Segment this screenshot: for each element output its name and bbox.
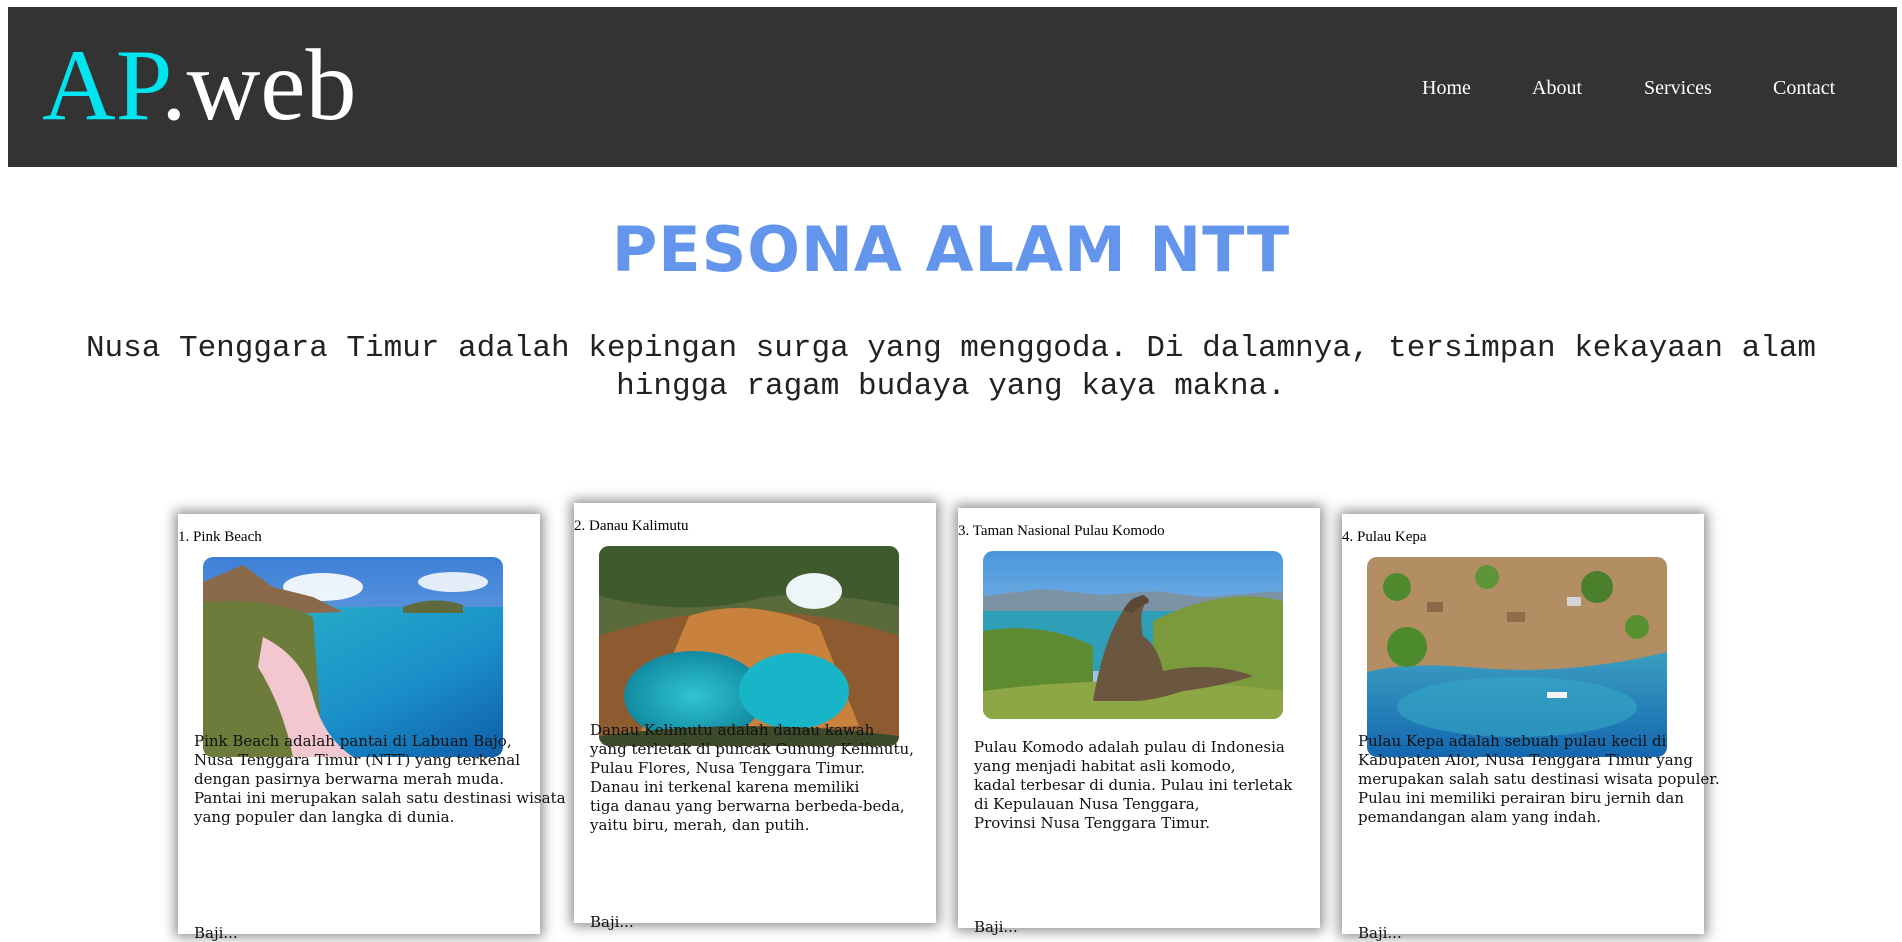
- card-description-line: Kabupaten Alor, Nusa Tenggara Timur yang: [1358, 751, 1693, 769]
- pulau-kepa-illustration: [1367, 557, 1667, 757]
- read-more-link[interactable]: Baji...: [194, 924, 238, 942]
- destination-card-pulau-kepa: 4. Pulau Kepa Pulau Kepa adalah sebuah p…: [1342, 514, 1720, 942]
- nav-link-about[interactable]: About: [1532, 77, 1582, 100]
- card-description-line: kadal terbesar di dunia. Pulau ini terle…: [974, 776, 1293, 794]
- card-title: 1. Pink Beach: [178, 529, 262, 545]
- read-more-link[interactable]: Baji...: [974, 918, 1018, 936]
- read-more-link[interactable]: Baji...: [590, 913, 634, 931]
- page-description: Nusa Tenggara Timur adalah kepingan surg…: [85, 331, 1817, 404]
- card-description-line: Pink Beach adalah pantai di Labuan Bajo,: [194, 732, 512, 750]
- card-description-line: dengan pasirnya berwarna merah muda.: [194, 770, 504, 788]
- read-more-link[interactable]: Baji...: [1358, 924, 1402, 942]
- nav-link-home[interactable]: Home: [1422, 77, 1471, 100]
- card-description-line: Danau ini terkenal karena memiliki: [590, 778, 860, 796]
- navbar: AP.web Home About Services Contact: [8, 7, 1897, 167]
- card-description-line: Pulau Komodo adalah pulau di Indonesia: [974, 738, 1285, 756]
- card-description-line: Nusa Tenggara Timur (NTT) yang terkenal: [194, 751, 521, 769]
- pulau-kepa-image: [1367, 557, 1667, 757]
- card-description-line: Pulau ini memiliki perairan biru jernih …: [1358, 789, 1685, 807]
- card-description-line: Pulau Kepa adalah sebuah pulau kecil di: [1358, 732, 1667, 750]
- card-title: 4. Pulau Kepa: [1342, 529, 1427, 545]
- card-description: Pulau Komodo adalah pulau di Indonesia y…: [974, 738, 1314, 833]
- card-description-line: yang populer dan langka di dunia.: [194, 808, 455, 826]
- danau-kelimutu-illustration: [599, 546, 899, 746]
- nav-link-contact[interactable]: Contact: [1773, 77, 1835, 100]
- pink-beach-image: [203, 557, 503, 757]
- logo-text: .web: [161, 29, 357, 142]
- card-title: 2. Danau Kalimutu: [574, 518, 689, 534]
- card-description-line: Provinsi Nusa Tenggara Timur.: [974, 814, 1211, 832]
- card-description: Pink Beach adalah pantai di Labuan Bajo,…: [194, 732, 566, 827]
- card-description-line: yang menjadi habitat asli komodo,: [974, 757, 1236, 775]
- komodo-illustration: [983, 551, 1283, 719]
- page-title: PESONA ALAM NTT: [611, 213, 1291, 286]
- pink-beach-illustration: [203, 557, 503, 757]
- destination-card-pink-beach: 1. Pink Beach Pink Beach adalah pantai d…: [178, 514, 566, 942]
- card-title: 3. Taman Nasional Pulau Komodo: [958, 523, 1165, 539]
- destination-card-pulau-komodo: 3. Taman Nasional Pulau Komodo Pulau Kom…: [958, 508, 1320, 936]
- card-description-line: Danau Kelimutu adalah danau kawah: [590, 721, 875, 739]
- card-description-line: yaitu biru, merah, dan putih.: [590, 816, 810, 834]
- card-description-line: tiga danau yang berwarna berbeda-beda,: [590, 797, 905, 815]
- komodo-image: [983, 551, 1283, 719]
- card-description: Danau Kelimutu adalah danau kawah yang t…: [590, 721, 930, 835]
- card-description-line: merupakan salah satu destinasi wisata po…: [1358, 770, 1720, 788]
- card-description: Pulau Kepa adalah sebuah pulau kecil di …: [1358, 732, 1720, 827]
- card-description-line: Pulau Flores, Nusa Tenggara Timur.: [590, 759, 866, 777]
- card-description-line: Pantai ini merupakan salah satu destinas…: [194, 789, 566, 807]
- danau-kelimutu-image: [599, 546, 899, 746]
- site-logo[interactable]: AP.web: [42, 35, 357, 137]
- logo-accent-text: AP: [42, 29, 162, 142]
- card-description-line: pemandangan alam yang indah.: [1358, 808, 1602, 826]
- nav-link-services[interactable]: Services: [1644, 77, 1712, 100]
- card-description-line: di Kepulauan Nusa Tenggara,: [974, 795, 1200, 813]
- card-description-line: yang terletak di puncak Gunung Kelimutu,: [590, 740, 914, 758]
- destination-card-danau-kelimutu: 2. Danau Kalimutu Danau Kelimutu adalah …: [574, 503, 936, 931]
